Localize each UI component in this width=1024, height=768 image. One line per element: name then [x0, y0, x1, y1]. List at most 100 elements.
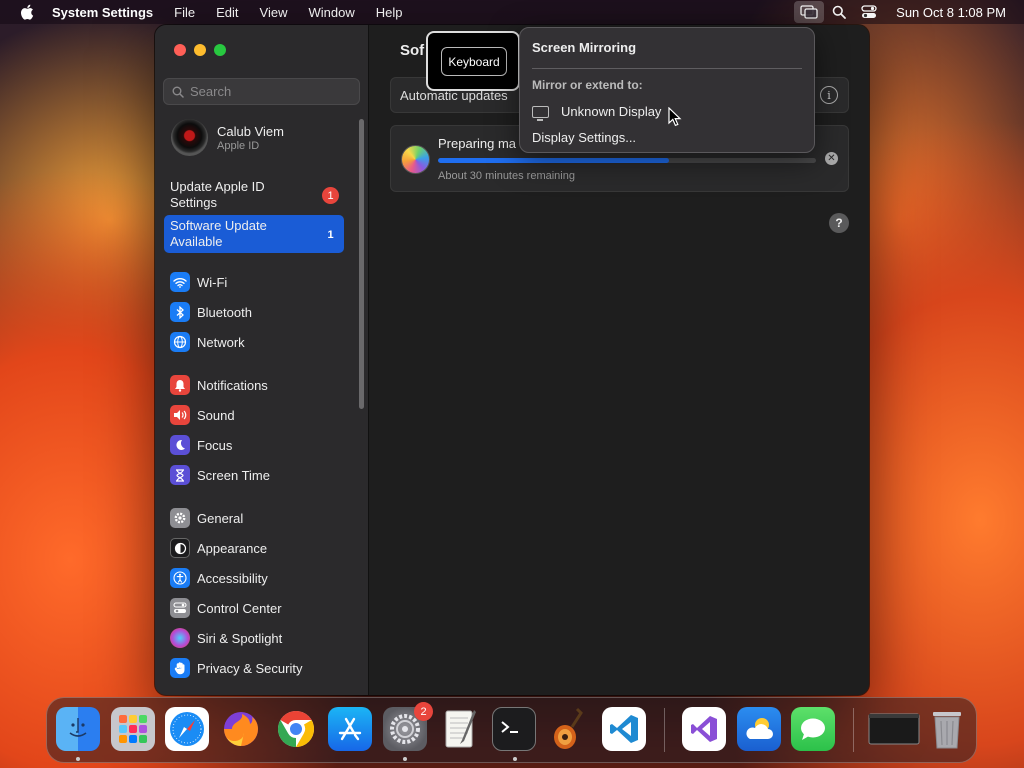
- menu-file[interactable]: File: [174, 5, 195, 20]
- info-icon[interactable]: i: [820, 86, 838, 104]
- display-settings-item[interactable]: Display Settings...: [532, 130, 636, 145]
- sidebar-item-label: General: [197, 510, 244, 526]
- keyboard-popup: Keyboard: [426, 31, 520, 91]
- sidebar-item-label: Appearance: [197, 540, 268, 556]
- window-controls: [174, 44, 226, 56]
- sidebar-item-bluetooth[interactable]: Bluetooth: [170, 301, 252, 323]
- garageband-icon[interactable]: [547, 707, 591, 751]
- system-settings-dock-icon[interactable]: 2: [383, 702, 433, 751]
- control-center-icon[interactable]: [854, 1, 884, 23]
- wifi-icon: [170, 272, 190, 292]
- menu-help[interactable]: Help: [376, 5, 403, 20]
- sidebar-search[interactable]: [163, 78, 360, 105]
- accessibility-icon: [170, 568, 190, 588]
- alert-label: Software Update Available: [170, 218, 267, 249]
- terminal-icon[interactable]: [492, 707, 536, 751]
- sidebar-item-privacy-security[interactable]: Privacy & Security: [170, 657, 302, 679]
- sidebar-scrollbar[interactable]: [359, 119, 364, 409]
- safari-icon[interactable]: [165, 707, 209, 751]
- weather-icon[interactable]: [737, 707, 781, 751]
- menu-divider: [532, 68, 802, 69]
- minimized-window-icon[interactable]: [867, 707, 921, 751]
- alert-badge: 1: [322, 187, 339, 204]
- search-input[interactable]: [190, 84, 350, 99]
- sidebar-item-label: Siri & Spotlight: [197, 630, 283, 646]
- minimize-window-button[interactable]: [194, 44, 206, 56]
- close-window-button[interactable]: [174, 44, 186, 56]
- vscode-icon[interactable]: [602, 707, 646, 751]
- sidebar-item-label: Screen Time: [197, 467, 270, 483]
- screen-mirroring-icon[interactable]: [794, 1, 825, 23]
- sidebar-item-screen-time[interactable]: Screen Time: [170, 464, 270, 486]
- bluetooth-icon: [170, 302, 190, 322]
- running-indicator: [513, 757, 517, 761]
- screen-mirroring-title: Screen Mirroring: [532, 40, 637, 55]
- finder-icon[interactable]: [56, 707, 100, 751]
- update-apple-id-settings-item[interactable]: Update Apple ID Settings 1: [164, 176, 344, 214]
- sidebar-item-label: Bluetooth: [197, 304, 252, 320]
- sidebar-item-network[interactable]: Network: [170, 331, 245, 353]
- sidebar-item-label: Wi-Fi: [197, 274, 228, 290]
- app-menu[interactable]: System Settings: [52, 5, 153, 20]
- visual-studio-icon[interactable]: [682, 707, 726, 751]
- spotlight-search-icon[interactable]: [824, 1, 854, 23]
- mirror-extend-heading: Mirror or extend to:: [532, 78, 643, 92]
- notification-badge: 2: [414, 702, 433, 721]
- running-indicator: [76, 757, 80, 761]
- sidebar-item-label: Accessibility: [197, 570, 268, 586]
- menu-window[interactable]: Window: [308, 5, 354, 20]
- gear-icon: [170, 508, 190, 528]
- software-update-available-item[interactable]: Software Update Available 1: [164, 215, 344, 253]
- menu-view[interactable]: View: [260, 5, 288, 20]
- launchpad-icon[interactable]: [111, 707, 155, 751]
- sidebar-item-label: Control Center: [197, 600, 282, 616]
- dock-separator: [664, 708, 665, 752]
- textedit-icon[interactable]: [438, 707, 482, 751]
- sidebar-item-control-center[interactable]: Control Center: [170, 597, 282, 619]
- bell-icon: [170, 375, 190, 395]
- dock: 2: [46, 697, 977, 763]
- speaker-icon: [170, 405, 190, 425]
- sidebar: Calub Viem Apple ID Update Apple ID Sett…: [155, 25, 369, 695]
- sidebar-item-appearance[interactable]: Appearance: [170, 537, 267, 559]
- sidebar-item-accessibility[interactable]: Accessibility: [170, 567, 268, 589]
- zoom-window-button[interactable]: [214, 44, 226, 56]
- messages-icon[interactable]: [791, 707, 835, 751]
- sidebar-item-focus[interactable]: Focus: [170, 434, 232, 456]
- help-button[interactable]: ?: [829, 213, 849, 233]
- apple-menu-icon[interactable]: [20, 4, 34, 20]
- menubar-clock[interactable]: Sun Oct 8 1:08 PM: [896, 5, 1006, 20]
- cancel-update-icon[interactable]: ✕: [825, 152, 838, 165]
- sidebar-item-notifications[interactable]: Notifications: [170, 374, 268, 396]
- update-progress-fill: [438, 158, 669, 163]
- sidebar-item-label: Focus: [197, 437, 233, 453]
- profile-name: Calub Viem: [217, 123, 284, 139]
- dock-separator: [853, 708, 854, 752]
- mouse-cursor-icon: [668, 107, 682, 127]
- moon-icon: [170, 435, 190, 455]
- siri-icon: [170, 628, 190, 648]
- app-store-icon[interactable]: [328, 707, 372, 751]
- display-icon: [532, 105, 549, 121]
- sidebar-item-sound[interactable]: Sound: [170, 404, 235, 426]
- chrome-icon[interactable]: [274, 707, 318, 751]
- toggles-icon: [170, 598, 190, 618]
- unknown-display-option[interactable]: Unknown Display: [532, 104, 661, 121]
- firefox-icon[interactable]: [219, 707, 263, 751]
- apple-id-profile[interactable]: Calub Viem Apple ID: [171, 119, 284, 156]
- sidebar-item-label: Network: [197, 334, 245, 350]
- sidebar-item-wifi[interactable]: Wi-Fi: [170, 271, 227, 293]
- menu-edit[interactable]: Edit: [216, 5, 238, 20]
- screen-mirroring-menu: Screen Mirroring Mirror or extend to: Un…: [519, 27, 815, 153]
- trash-icon[interactable]: [925, 707, 969, 751]
- sidebar-item-general[interactable]: General: [170, 507, 243, 529]
- update-progress-bar: [438, 158, 816, 163]
- sidebar-item-siri-spotlight[interactable]: Siri & Spotlight: [170, 627, 282, 649]
- hourglass-icon: [170, 465, 190, 485]
- keyboard-button[interactable]: Keyboard: [441, 47, 507, 76]
- hand-icon: [170, 658, 190, 678]
- alert-label: Update Apple ID Settings: [170, 179, 265, 210]
- globe-icon: [170, 332, 190, 352]
- page-title: Sof: [400, 42, 425, 59]
- search-icon: [172, 86, 184, 98]
